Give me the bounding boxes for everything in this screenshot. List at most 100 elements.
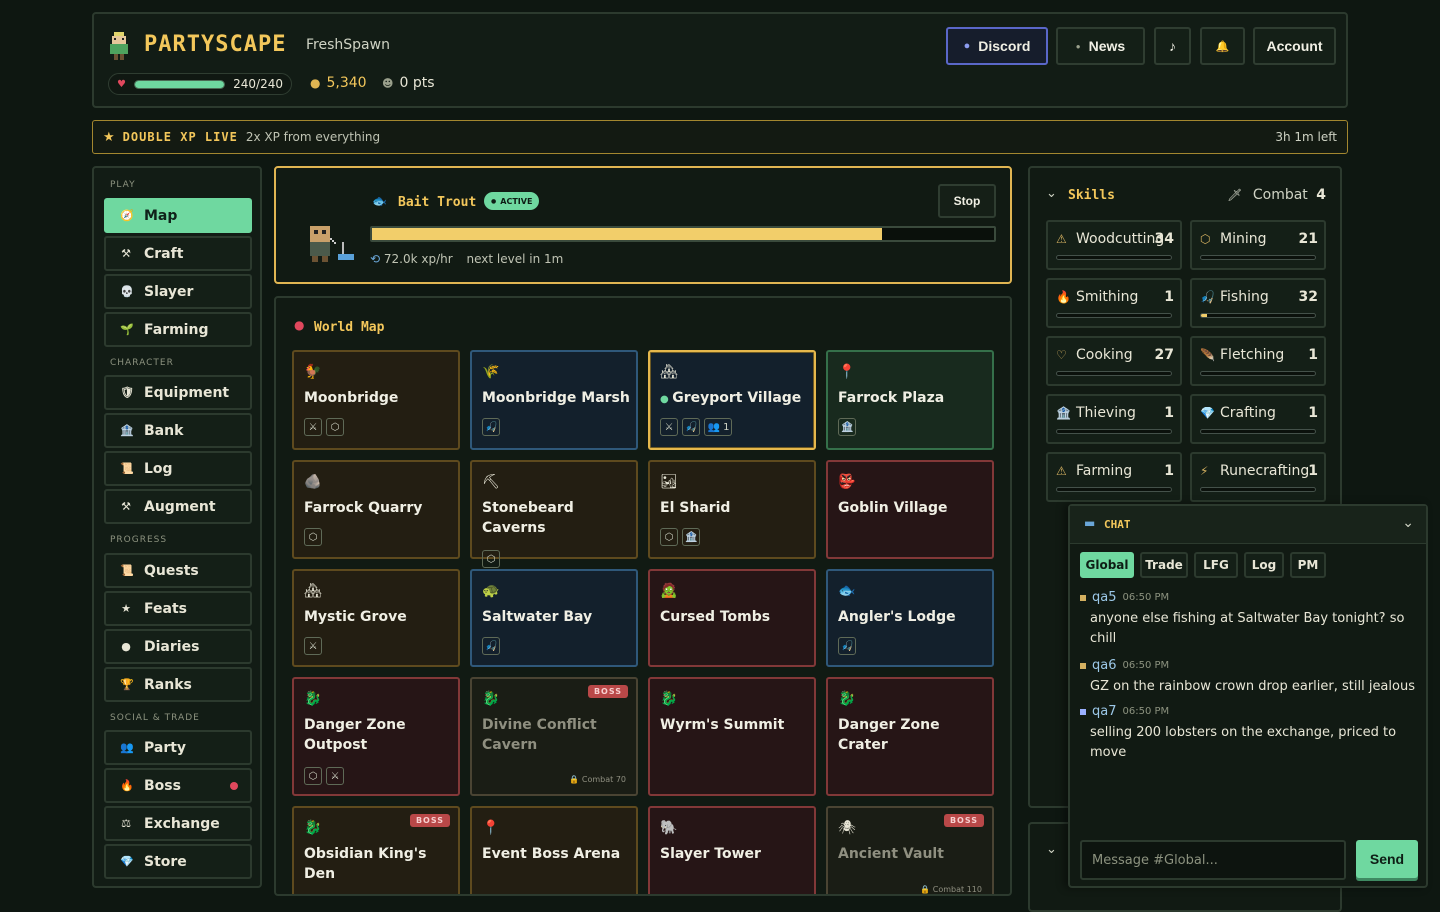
- sidebar-item-equipment[interactable]: 🛡 Equipment: [104, 375, 252, 410]
- sidebar-item-exchange[interactable]: ⚖ Exchange: [104, 806, 252, 841]
- map-tile[interactable]: 🪨 Farrock Quarry ⬡: [292, 460, 460, 559]
- craft-icon: ⚒: [121, 247, 131, 260]
- combat-level: 🗡 Combat 4: [1227, 187, 1326, 203]
- skill-smithing[interactable]: 🔥 Smithing 1: [1046, 278, 1182, 328]
- music-button[interactable]: ♪: [1154, 27, 1191, 65]
- xp-rate: 72.0k xp/hr: [383, 252, 453, 266]
- sidebar-item-map[interactable]: 🧭 Map: [104, 198, 252, 233]
- activity-progress-fill: [372, 228, 883, 240]
- chat-tab-lfg[interactable]: LFG: [1194, 552, 1238, 578]
- sidebar-section-label: CHARACTER: [110, 358, 174, 368]
- skill-mining[interactable]: ⬡ Mining 21: [1190, 220, 1326, 270]
- chat-tab-log[interactable]: Log: [1244, 552, 1284, 578]
- sidebar-item-slayer[interactable]: 💀 Slayer: [104, 274, 252, 309]
- map-tile[interactable]: 🧟 Cursed Tombs: [648, 569, 816, 667]
- chat-message: qa6 06:50 PM GZ on the rainbow crown drop …: [1080, 658, 1416, 697]
- skill-thieving[interactable]: 🏦 Thieving 1: [1046, 394, 1182, 444]
- sidebar-item-label: Equipment: [144, 384, 230, 401]
- sword-icon: 🗡: [1227, 188, 1243, 202]
- sidebar-item-feats[interactable]: ★ Feats: [104, 591, 252, 626]
- location-name: Moonbridge: [304, 390, 399, 406]
- sidebar-item-farming[interactable]: 🌱 Farming: [104, 312, 252, 347]
- map-tile[interactable]: 🐉 Danger Zone Crater: [826, 677, 994, 796]
- sidebar-item-party[interactable]: 👥 Party: [104, 730, 252, 765]
- map-tile[interactable]: 🐟 Angler's Lodge 🎣: [826, 569, 994, 667]
- sidebar-item-log[interactable]: 📜 Log: [104, 451, 252, 486]
- map-tile[interactable]: 🏘 Mystic Grove ⚔: [292, 569, 460, 667]
- message-user[interactable]: qa6: [1092, 658, 1117, 673]
- send-button[interactable]: Send: [1356, 840, 1418, 878]
- sidebar-item-craft[interactable]: ⚒ Craft: [104, 236, 252, 271]
- map-tile[interactable]: 🐉 Danger Zone Outpost ⬡ ⚔: [292, 677, 460, 796]
- account-button[interactable]: Account: [1253, 27, 1336, 65]
- chat-tab-pm[interactable]: PM: [1290, 552, 1326, 578]
- location-icon: 🐘: [660, 820, 678, 836]
- sidebar-item-label: Log: [144, 460, 173, 477]
- top-header: PARTYSCAPE FreshSpawn ● Discord ● News ♪…: [92, 12, 1348, 108]
- map-tile[interactable]: 🐘 Slayer Tower: [648, 806, 816, 894]
- map-tile[interactable]: 🐉 Wyrm's Summit: [648, 677, 816, 796]
- news-button[interactable]: ● News: [1056, 27, 1145, 65]
- skill-progress-bar: [1056, 255, 1172, 260]
- skill-woodcutting[interactable]: ⚠ Woodcutting 34: [1046, 220, 1182, 270]
- skill-crafting[interactable]: 💎 Crafting 1: [1190, 394, 1326, 444]
- map-pin-icon: ●: [294, 318, 305, 332]
- sidebar-item-boss[interactable]: 🔥 Boss: [104, 768, 252, 803]
- banner-time-left: 3h 1m left: [1275, 130, 1337, 144]
- location-name: Slayer Tower: [660, 846, 761, 862]
- map-tile[interactable]: 🐢 Saltwater Bay 🎣: [470, 569, 638, 667]
- skill-farming[interactable]: ⚠ Farming 1: [1046, 452, 1182, 502]
- map-tile[interactable]: 🕷 Ancient Vault BOSS 🔒 Combat 110: [826, 806, 994, 894]
- map-tile[interactable]: 📍 Farrock Plaza 🏦: [826, 350, 994, 450]
- skill-cooking[interactable]: ♡ Cooking 27: [1046, 336, 1182, 386]
- map-tile[interactable]: 🏘 ● Greyport Village ⚔ 🎣 👥 1: [648, 350, 816, 450]
- online-dot-icon: ●: [660, 394, 673, 405]
- message-header: qa6 06:50 PM: [1080, 658, 1416, 673]
- map-tile[interactable]: ⛏ Stonebeard Caverns ⬡: [470, 460, 638, 568]
- sidebar-item-diaries[interactable]: ● Diaries: [104, 629, 252, 664]
- discord-button[interactable]: ● Discord: [946, 27, 1048, 65]
- chevron-down-icon[interactable]: ⌄: [1402, 515, 1414, 531]
- chevron-down-icon[interactable]: ⌄: [1046, 842, 1057, 857]
- location-icon: 🐢: [482, 583, 500, 599]
- message-text: selling 200 lobsters on the exchange, pr…: [1090, 725, 1397, 760]
- fishing-rate-icon: ⟲: [370, 252, 381, 266]
- chat-message: qa5 06:50 PM anyone else fishing at Saltwa…: [1080, 590, 1416, 649]
- chat-message-input[interactable]: [1080, 840, 1346, 880]
- notifications-button[interactable]: 🔔: [1200, 27, 1245, 65]
- map-tile[interactable]: 🐉 Obsidian King's Den BOSS: [292, 806, 460, 894]
- chevron-down-icon[interactable]: ⌄: [1046, 186, 1057, 201]
- location-icon: 🐉: [660, 691, 678, 707]
- sidebar-item-label: Ranks: [144, 676, 192, 693]
- map-tile[interactable]: 🐓 Moonbridge ⚔ ⬡: [292, 350, 460, 450]
- map-tile[interactable]: 🐉 Divine Conflict Cavern BOSS 🔒 Combat 70: [470, 677, 638, 796]
- skill-name: Thieving: [1076, 405, 1136, 421]
- chat-tab-trade[interactable]: Trade: [1140, 552, 1188, 578]
- skills-title: Skills: [1068, 188, 1115, 203]
- sidebar-item-store[interactable]: 💎 Store: [104, 844, 252, 879]
- skill-fishing[interactable]: 🎣 Fishing 32: [1190, 278, 1326, 328]
- user-badge-icon: [1080, 594, 1086, 601]
- map-tile[interactable]: 📍 Event Boss Arena: [470, 806, 638, 894]
- discord-icon: ●: [963, 40, 971, 52]
- skill-fletching[interactable]: 🪶 Fletching 1: [1190, 336, 1326, 386]
- location-name: Danger Zone Crater: [838, 717, 940, 753]
- location-name: El Sharid: [660, 500, 731, 516]
- map-tile[interactable]: 🌾 Moonbridge Marsh 🎣: [470, 350, 638, 450]
- message-user[interactable]: qa7: [1092, 704, 1117, 719]
- message-user[interactable]: qa5: [1092, 590, 1117, 605]
- map-tile[interactable]: 👺 Goblin Village: [826, 460, 994, 559]
- chat-tab-global[interactable]: Global: [1080, 552, 1134, 578]
- skull-icon: ☻: [382, 76, 394, 90]
- music-note-icon: ♪: [1169, 38, 1176, 54]
- smithing-icon: 🔥: [1056, 290, 1071, 304]
- skill-level: 27: [1154, 347, 1174, 363]
- sidebar-item-augment[interactable]: ⚒ Augment: [104, 489, 252, 524]
- stop-button[interactable]: Stop: [938, 184, 996, 218]
- sidebar-item-quests[interactable]: 📜 Quests: [104, 553, 252, 588]
- chat-header[interactable]: ▬ CHAT ⌄: [1070, 506, 1426, 544]
- skill-runecrafting[interactable]: ⚡ Runecrafting 1: [1190, 452, 1326, 502]
- sidebar-item-ranks[interactable]: 🏆 Ranks: [104, 667, 252, 702]
- map-tile[interactable]: 🏜 El Sharid ⬡ 🏦: [648, 460, 816, 559]
- sidebar-item-bank[interactable]: 🏦 Bank: [104, 413, 252, 448]
